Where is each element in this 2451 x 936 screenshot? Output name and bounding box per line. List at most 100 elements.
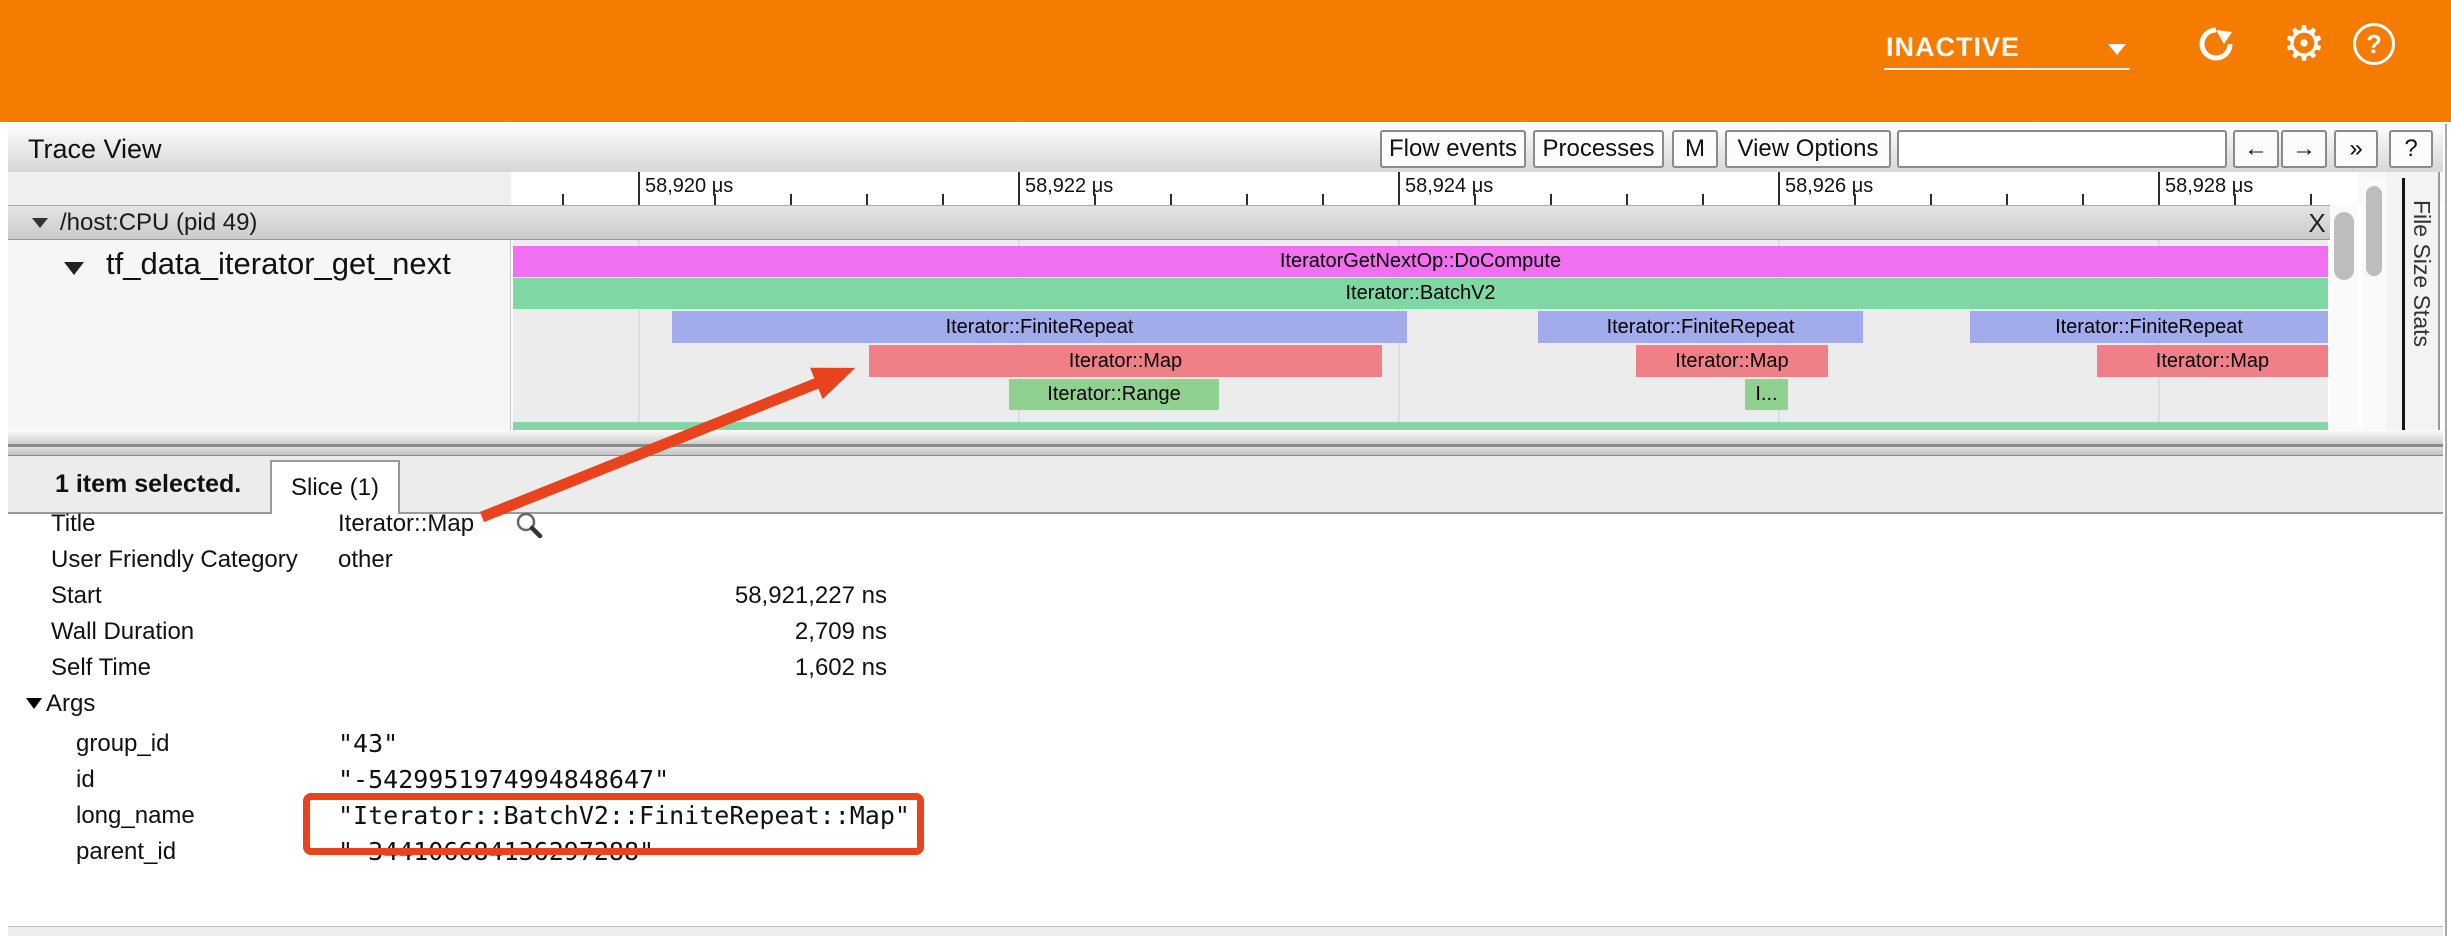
trace-slice[interactable]: Iterator::Range — [1009, 379, 1219, 410]
trace-slice[interactable]: IteratorGetNextOp::DoCompute — [513, 246, 2328, 277]
time-ruler[interactable]: 58,920 μs58,922 μs58,924 μs58,926 μs58,9… — [511, 172, 2358, 207]
collapse-triangle-icon[interactable] — [64, 262, 84, 275]
arg-key: long_name — [76, 798, 195, 834]
ruler-major-tick — [1018, 172, 1020, 205]
ruler-major-tick — [1398, 172, 1400, 205]
search-input[interactable] — [1897, 130, 2227, 168]
dropdown-caret-icon — [2108, 44, 2126, 55]
thread-track-header[interactable]: tf_data_iterator_get_next — [8, 240, 511, 430]
horizontal-scrollbar[interactable] — [8, 430, 2443, 446]
field-label: Wall Duration — [51, 614, 194, 650]
trace-slice-label: Iterator::BatchV2 — [1345, 282, 1495, 305]
trace-slice[interactable]: Iterator::Map — [1636, 345, 1828, 377]
process-track-header[interactable]: /host:CPU (pid 49) X — [8, 205, 2358, 240]
find-next-button[interactable]: → — [2281, 130, 2327, 168]
trace-slice[interactable]: Iterator::BatchV2 — [513, 278, 2328, 309]
arg-key: parent_id — [76, 834, 176, 870]
ruler-tick-label: 58,922 μs — [1025, 175, 1113, 198]
ruler-left-gutter — [8, 172, 511, 206]
thread-track-label: tf_data_iterator_get_next — [106, 246, 451, 282]
ruler-minor-tick — [1930, 194, 1932, 205]
args-label: Args — [46, 686, 95, 722]
ruler-minor-tick — [1474, 194, 1476, 205]
ruler-minor-tick — [562, 194, 564, 205]
selection-status: 1 item selected. — [55, 470, 241, 499]
trace-view-title: Trace View — [28, 134, 162, 165]
trace-slice-label: Iterator::Map — [1675, 350, 1788, 373]
ruler-minor-tick — [2006, 194, 2008, 205]
ruler-minor-tick — [1094, 194, 1096, 205]
timeline-canvas[interactable]: IteratorGetNextOp::DoComputeIterator::Ba… — [513, 240, 2328, 430]
view-options-button[interactable]: View Options — [1725, 130, 1891, 168]
toolbar-help-button[interactable]: ? — [2389, 130, 2433, 168]
magnifier-icon[interactable] — [514, 510, 544, 540]
ruler-minor-tick — [866, 194, 868, 205]
run-status-select[interactable]: INACTIVE — [1884, 28, 2130, 70]
field-label: User Friendly Category — [51, 542, 298, 578]
trace-slice[interactable]: Iterator::Map — [869, 345, 1382, 377]
processes-button[interactable]: Processes — [1533, 130, 1664, 168]
status-label: INACTIVE — [1886, 32, 2020, 63]
ruler-minor-tick — [942, 194, 944, 205]
trace-slice[interactable]: I... — [1745, 379, 1788, 410]
ruler-major-tick — [1778, 172, 1780, 205]
ruler-minor-tick — [790, 194, 792, 205]
window-bottom-strip — [8, 926, 2443, 936]
field-label: Self Time — [51, 650, 151, 686]
trace-slice[interactable]: Iterator::FiniteRepeat — [672, 311, 1407, 343]
more-tools-button[interactable]: » — [2334, 130, 2378, 168]
find-previous-button[interactable]: ← — [2233, 130, 2279, 168]
trace-slice-label: Iterator::FiniteRepeat — [2055, 316, 2243, 339]
arg-value: "43" — [338, 726, 398, 762]
expand-triangle-icon[interactable] — [26, 698, 42, 709]
ruler-minor-tick — [2310, 194, 2312, 205]
help-icon: ? — [2353, 23, 2395, 65]
panel-splitter[interactable] — [8, 446, 2443, 456]
field-label: Start — [51, 578, 102, 614]
flow-events-button[interactable]: Flow events — [1380, 130, 1526, 168]
ruler-minor-tick — [1170, 194, 1172, 205]
ruler-minor-tick — [1246, 194, 1248, 205]
trace-slice-label: Iterator::FiniteRepeat — [946, 316, 1134, 339]
arg-key: group_id — [76, 726, 169, 762]
trace-slice-label: Iterator::Range — [1047, 383, 1180, 406]
ruler-major-tick — [638, 172, 640, 205]
process-track-label: /host:CPU (pid 49) — [60, 209, 257, 237]
trace-slice-sliver[interactable] — [513, 422, 2328, 430]
arg-value: "Iterator::BatchV2::FiniteRepeat::Map" — [338, 798, 910, 834]
trace-slice-label: I... — [1755, 383, 1777, 406]
arg-key: id — [76, 762, 95, 798]
view-scrollbar-thumb[interactable] — [2366, 186, 2382, 276]
file-size-stats-border — [2402, 178, 2405, 430]
trace-slice-label: Iterator::Map — [1069, 350, 1182, 373]
close-track-button[interactable]: X — [2300, 208, 2334, 238]
field-label: Title — [51, 506, 95, 542]
trace-slice[interactable]: Iterator::FiniteRepeat — [1970, 311, 2328, 343]
ruler-tick-label: 58,926 μs — [1785, 175, 1873, 198]
field-value: other — [338, 542, 393, 578]
arg-value: "-344106684136297288" — [338, 834, 654, 870]
file-size-stats-tab[interactable]: File Size Stats — [2408, 200, 2435, 347]
field-value: Iterator::Map — [338, 506, 474, 542]
trace-slice-label: Iterator::Map — [2156, 350, 2269, 373]
field-value: 2,709 ns — [338, 614, 887, 650]
app-header: INACTIVE ⚙ ? — [0, 0, 2451, 122]
ruler-major-tick — [2158, 172, 2160, 205]
collapse-triangle-icon[interactable] — [32, 218, 48, 228]
settings-button[interactable]: ⚙ — [2282, 22, 2326, 66]
ruler-minor-tick — [1854, 194, 1856, 205]
trace-slice[interactable]: Iterator::Map — [2097, 345, 2328, 377]
trace-slice[interactable]: Iterator::FiniteRepeat — [1538, 311, 1863, 343]
ruler-minor-tick — [1550, 194, 1552, 205]
refresh-icon — [2196, 24, 2236, 64]
tensorboard-profile-window: INACTIVE ⚙ ? Trace View Flow events Proc… — [0, 0, 2451, 936]
metrics-button[interactable]: M — [1672, 130, 1718, 168]
track-scrollbar-thumb[interactable] — [2334, 212, 2354, 280]
help-button[interactable]: ? — [2352, 22, 2396, 66]
arg-value: "-5429951974994848647" — [338, 762, 669, 798]
gear-icon: ⚙ — [2282, 16, 2325, 72]
ruler-minor-tick — [714, 194, 716, 205]
ruler-minor-tick — [1322, 194, 1324, 205]
ruler-minor-tick — [2082, 194, 2084, 205]
refresh-button[interactable] — [2194, 22, 2238, 66]
